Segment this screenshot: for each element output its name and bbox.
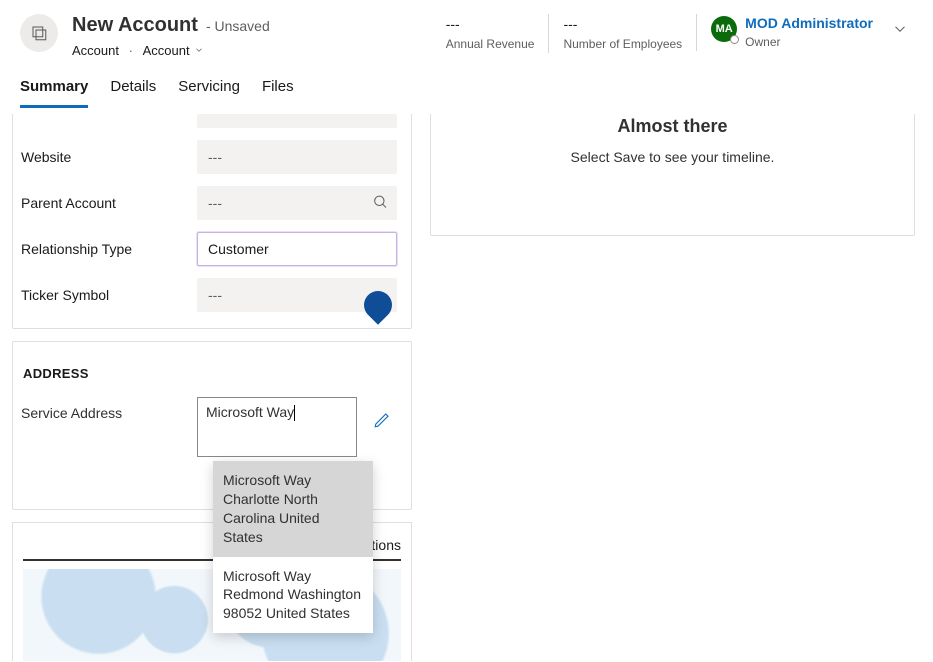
address-suggestion-item[interactable]: Microsoft Way Redmond Washington 98052 U… xyxy=(213,557,373,634)
owner-initials: MA xyxy=(716,23,733,35)
website-label: Website xyxy=(17,149,187,165)
service-address-label: Service Address xyxy=(17,397,187,421)
edit-address-button[interactable] xyxy=(373,411,391,432)
address-suggestion-item[interactable]: Microsoft Way Charlotte North Carolina U… xyxy=(213,461,373,557)
tab-strip: Summary Details Servicing Files xyxy=(0,58,933,108)
page-title: New Account xyxy=(72,14,198,37)
row-ticker-symbol: Ticker Symbol --- xyxy=(17,278,397,312)
website-input[interactable]: --- xyxy=(197,140,397,174)
header-field-employees[interactable]: --- Number of Employees xyxy=(548,14,696,53)
search-icon[interactable] xyxy=(372,194,388,213)
row-service-address: Service Address Microsoft Way Microsoft … xyxy=(17,397,397,457)
ticker-symbol-label: Ticker Symbol xyxy=(17,287,187,303)
breadcrumb-separator: · xyxy=(129,43,133,58)
timeline-message: Select Save to see your timeline. xyxy=(453,149,892,165)
tab-files[interactable]: Files xyxy=(262,78,294,108)
account-info-section: Website --- Parent Account --- xyxy=(12,114,412,329)
header-field-owner[interactable]: MA MOD Administrator Owner xyxy=(696,14,883,51)
parent-account-value: --- xyxy=(208,195,222,211)
ticker-symbol-value: --- xyxy=(208,287,222,303)
parent-account-lookup[interactable]: --- xyxy=(197,186,397,220)
header-right: --- Annual Revenue --- Number of Employe… xyxy=(432,14,913,53)
timeline-section: Almost there Select Save to see your tim… xyxy=(430,114,915,236)
row-website: Website --- xyxy=(17,140,397,174)
unsaved-indicator: - Unsaved xyxy=(206,18,270,34)
entity-icon xyxy=(20,14,58,52)
relationship-type-value: Customer xyxy=(208,241,269,257)
breadcrumb: Account · Account xyxy=(72,43,418,58)
annual-revenue-label: Annual Revenue xyxy=(446,37,535,51)
body-area: Website --- Parent Account --- xyxy=(0,108,933,642)
left-column: Website --- Parent Account --- xyxy=(12,114,412,642)
chevron-down-icon xyxy=(194,43,204,58)
owner-label: Owner xyxy=(745,35,873,49)
tab-summary[interactable]: Summary xyxy=(20,78,88,108)
employees-value: --- xyxy=(563,16,682,33)
relationship-type-input[interactable]: Customer xyxy=(197,232,397,266)
form-selector[interactable]: Account xyxy=(143,43,204,58)
header-expand-button[interactable] xyxy=(883,14,913,41)
record-header: New Account - Unsaved Account · Account … xyxy=(0,0,933,58)
presence-indicator xyxy=(730,35,739,44)
relationship-type-label: Relationship Type xyxy=(17,241,187,257)
account-info-card: Website --- Parent Account --- xyxy=(12,114,412,329)
clipped-field[interactable] xyxy=(197,114,397,128)
service-address-value: Microsoft Way xyxy=(206,404,294,420)
owner-avatar: MA xyxy=(711,16,737,42)
annual-revenue-value: --- xyxy=(446,16,535,33)
tab-servicing[interactable]: Servicing xyxy=(178,78,240,108)
employees-label: Number of Employees xyxy=(563,37,682,51)
text-caret xyxy=(294,405,295,421)
title-block: New Account - Unsaved Account · Account xyxy=(72,14,418,58)
timeline-heading: Almost there xyxy=(453,114,892,137)
tab-details[interactable]: Details xyxy=(110,78,156,108)
service-address-input[interactable]: Microsoft Way xyxy=(197,397,357,457)
header-field-annual-revenue[interactable]: --- Annual Revenue xyxy=(432,14,549,53)
parent-account-label: Parent Account xyxy=(17,195,187,211)
address-section: ADDRESS Service Address Microsoft Way Mi… xyxy=(12,341,412,510)
row-parent-account: Parent Account --- xyxy=(17,186,397,220)
owner-name: MOD Administrator xyxy=(745,16,873,31)
right-column: Almost there Select Save to see your tim… xyxy=(430,114,915,642)
form-selector-label: Account xyxy=(143,43,190,58)
address-suggestions: Microsoft Way Charlotte North Carolina U… xyxy=(213,461,373,633)
address-section-title: ADDRESS xyxy=(17,350,397,385)
row-relationship-type: Relationship Type Customer xyxy=(17,232,397,266)
breadcrumb-entity[interactable]: Account xyxy=(72,43,119,58)
website-value: --- xyxy=(208,149,222,165)
